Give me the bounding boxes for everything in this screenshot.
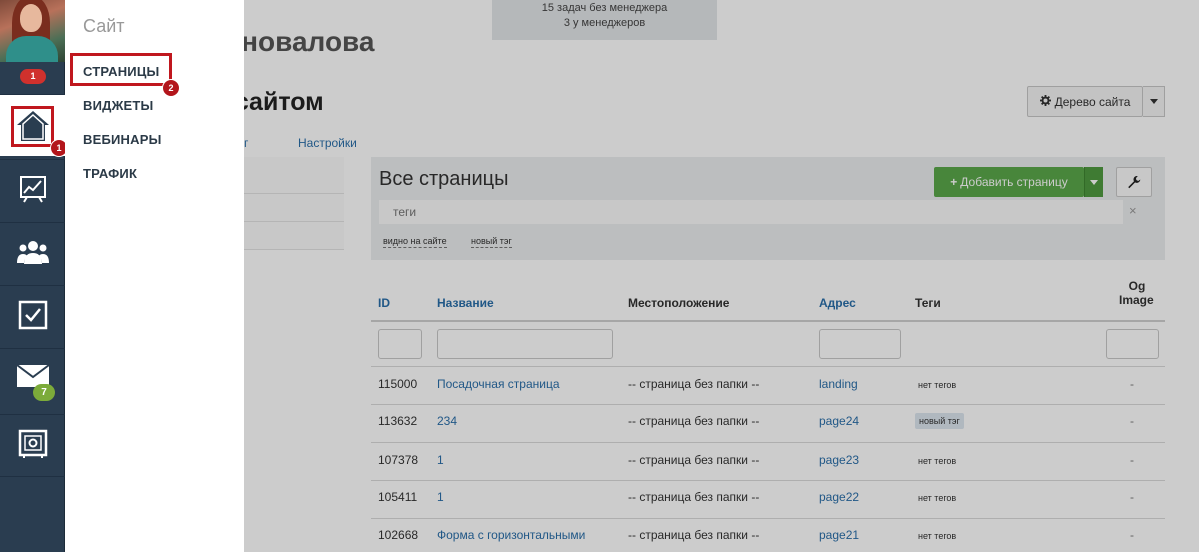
tag-chip[interactable]: новый тэг [471,236,512,248]
tab-partial[interactable]: г [244,136,248,150]
row-tags: нет тегов [918,493,957,503]
highlight-box [11,106,54,147]
filter-address-input[interactable] [819,329,901,359]
sidebar-item-analytics[interactable] [0,159,65,217]
settings-wrench-button[interactable] [1116,167,1152,197]
avatar[interactable] [0,0,65,62]
row-name-link[interactable]: 1 [437,490,444,504]
caret-down-icon [1090,179,1098,185]
chart-icon [19,175,46,203]
filter-id-input[interactable] [378,329,422,359]
row-id: 115000 [378,377,418,391]
divider [244,249,344,250]
divider [244,221,344,222]
main-sidebar: 1 1 7 [0,0,68,552]
row-name-link[interactable]: Форма с горизонтальными [437,528,585,542]
tags-filter-input[interactable] [379,200,1123,224]
submenu-item-traffic[interactable]: ТРАФИК [83,166,137,181]
users-icon [16,240,49,264]
tab-settings[interactable]: Настройки [298,136,357,150]
column-header-name[interactable]: Название [437,296,494,310]
notice-line2: 3 у менеджеров [563,17,646,29]
header-divider [371,320,1165,322]
notification-badge[interactable]: 1 [20,69,46,84]
row-tag-pill[interactable]: новый тэг [915,413,964,429]
submenu-title: Сайт [83,16,125,36]
site-tree-button[interactable]: Дерево сайта [1027,86,1143,117]
checkbox-icon [18,300,47,329]
row-divider [371,404,1165,405]
og-label: Og [1128,279,1146,293]
row-address-link[interactable]: page22 [819,490,859,504]
row-id: 105411 [378,490,418,504]
column-header-og-image: Og Image [1119,279,1154,307]
site-submenu: Сайт СТРАНИЦЫ ВИДЖЕТЫ ВЕБИНАРЫ ТРАФИК 2 [65,0,244,552]
sidebar-item-tasks[interactable] [0,285,65,343]
row-location: -- страница без папки -- [628,528,760,542]
site-pages-screen: 15 задач без менеджера 3 у менеджеров он… [214,0,1199,552]
submenu-item-widgets[interactable]: ВИДЖЕТЫ [83,98,153,113]
callout-badge: 2 [162,79,180,97]
row-og: - [1130,528,1134,542]
notice-line1: 15 задач без менеджера [541,2,668,14]
row-divider [371,480,1165,481]
row-og: - [1130,414,1134,428]
add-page-button[interactable]: + Добавить страницу [934,167,1084,197]
filter-name-input[interactable] [437,329,613,359]
add-page-label: Добавить страницу [960,175,1068,189]
row-og: - [1130,453,1134,467]
row-location: -- страница без папки -- [628,414,760,428]
folder-list [244,157,344,250]
row-tags: нет тегов [918,380,957,390]
filter-og-input[interactable] [1106,329,1159,359]
column-header-tags: Теги [915,296,941,310]
plus-icon: + [950,175,958,189]
row-og: - [1130,377,1134,391]
row-id: 107378 [378,453,419,467]
sidebar-item-mail[interactable] [0,348,65,413]
caret-down-icon [1149,99,1158,104]
sidebar-item-safe[interactable] [0,414,65,472]
row-location: -- страница без папки -- [628,377,760,391]
sidebar-item-users[interactable] [0,222,65,280]
submenu-item-webinars[interactable]: ВЕБИНАРЫ [83,132,162,147]
row-id: 113632 [378,414,418,428]
panel-title: Все страницы [379,168,509,190]
row-og: - [1130,490,1134,504]
row-name-link[interactable]: 1 [437,453,444,467]
row-address-link[interactable]: page21 [819,528,859,542]
pages-filter-panel: Все страницы + Добавить страницу × видно… [371,157,1165,260]
column-header-location: Местоположение [628,296,730,310]
safe-icon [18,429,47,458]
column-header-id[interactable]: ID [378,296,390,310]
row-location: -- страница без папки -- [628,490,760,504]
site-tree-label: Дерево сайта [1054,94,1131,109]
row-id: 102668 [378,528,419,542]
row-tags: нет тегов [918,531,957,541]
wrench-icon [1128,175,1141,189]
clear-tags-icon[interactable]: × [1129,203,1137,218]
tag-chip[interactable]: видно на сайте [383,236,447,248]
row-location: -- страница без папки -- [628,453,760,467]
user-name: оновалова [224,26,375,57]
highlight-box [70,53,172,86]
column-header-address[interactable]: Адрес [819,296,856,310]
image-label: Image [1119,293,1154,307]
row-address-link[interactable]: page24 [819,414,859,428]
site-tree-dropdown[interactable] [1143,86,1165,117]
row-divider [371,518,1165,519]
gear-icon [1039,94,1051,109]
row-divider [371,366,1165,367]
tasks-notice[interactable]: 15 задач без менеджера 3 у менеджеров [492,0,717,40]
divider [244,193,344,194]
row-address-link[interactable]: page23 [819,453,859,467]
row-name-link[interactable]: Посадочная страница [437,377,560,391]
add-page-dropdown[interactable] [1084,167,1103,197]
sidebar-empty-area [0,476,65,552]
row-address-link[interactable]: landing [819,377,858,391]
row-tags: нет тегов [918,456,957,466]
mail-count-badge: 7 [33,384,55,401]
row-divider [371,442,1165,443]
row-name-link[interactable]: 234 [437,414,457,428]
